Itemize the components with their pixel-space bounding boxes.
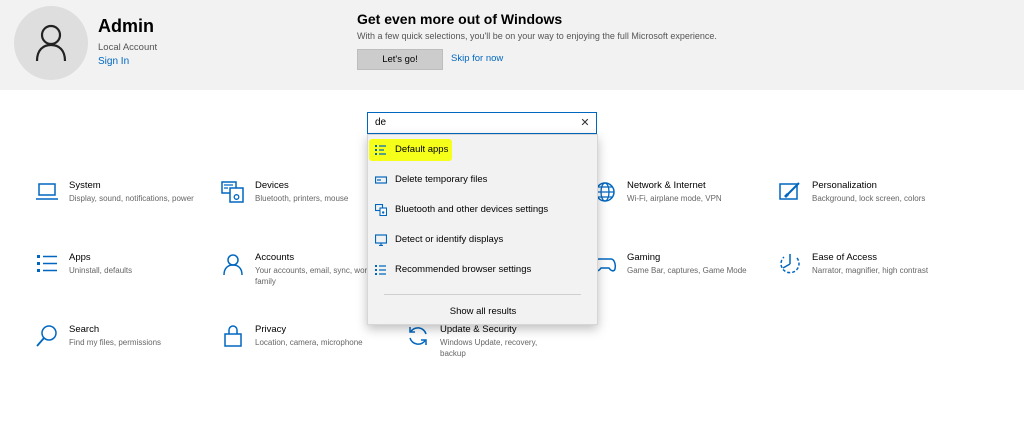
category-privacy[interactable]: Privacy Location, camera, microphone [221, 324, 391, 374]
lets-go-button[interactable]: Let's go! [357, 49, 443, 70]
account-type: Local Account [98, 42, 158, 53]
avatar [14, 6, 88, 80]
promo-description: With a few quick selections, you'll be o… [357, 31, 717, 41]
settings-search-input[interactable]: de ✕ [367, 112, 597, 134]
category-description: Bluetooth, printers, mouse [255, 194, 349, 203]
suggestion-detect-displays[interactable]: Detect or identify displays [369, 225, 597, 255]
ease-of-access-icon [780, 254, 800, 274]
category-personalization[interactable]: Personalization Background, lock screen,… [778, 180, 948, 230]
category-name: Ease of Access [812, 252, 877, 263]
suggestion-label: Bluetooth and other devices settings [395, 204, 549, 215]
category-name: Gaming [627, 252, 661, 263]
category-description: Find my files, permissions [69, 338, 162, 347]
category-name: System [69, 180, 101, 191]
category-name: Network & Internet [627, 180, 706, 191]
category-devices[interactable]: Devices Bluetooth, printers, mouse [221, 180, 391, 230]
search-suggestions-dropdown: Default apps Delete temporary files Blue… [367, 134, 598, 325]
search-icon [36, 325, 57, 347]
search-query: de [375, 117, 387, 128]
category-description: Location, camera, microphone [255, 338, 363, 347]
suggestion-delete-temporary-files[interactable]: Delete temporary files [369, 165, 597, 195]
lock-icon [224, 325, 242, 347]
category-description: Display, sound, notifications, power [69, 194, 194, 203]
category-description: Wi-Fi, airplane mode, VPN [627, 194, 722, 203]
category-description: Game Bar, captures, Game Mode [627, 266, 747, 275]
category-description: Narrator, magnifier, high contrast [812, 266, 929, 275]
category-update-security[interactable]: Update & Security Windows Update, recove… [406, 324, 576, 374]
person-icon [35, 24, 67, 62]
category-search[interactable]: Search Find my files, permissions [35, 324, 205, 374]
apps-list-icon [37, 255, 57, 272]
keyboard-icon [221, 181, 244, 203]
suggestion-label: Delete temporary files [395, 174, 488, 185]
user-name: Admin [98, 16, 154, 36]
suggestion-label: Default apps [395, 144, 449, 155]
category-network[interactable]: Network & Internet Wi-Fi, airplane mode,… [593, 180, 763, 230]
category-name: Privacy [255, 324, 287, 335]
laptop-icon [36, 183, 58, 200]
category-name: Search [69, 324, 100, 335]
promo-title: Get even more out of Windows [357, 11, 563, 27]
category-name: Devices [255, 180, 289, 191]
suggestion-browser-settings[interactable]: Recommended browser settings [369, 255, 597, 285]
close-icon[interactable]: ✕ [578, 115, 592, 131]
category-name: Apps [69, 252, 91, 263]
sync-icon [409, 327, 427, 345]
category-description: Your accounts, email, sync, work, family [255, 266, 374, 286]
suggestion-default-apps[interactable]: Default apps [369, 135, 597, 165]
category-system[interactable]: System Display, sound, notifications, po… [35, 180, 205, 230]
paint-icon [779, 182, 800, 200]
apps-list-icon [375, 265, 386, 275]
skip-for-now-link[interactable]: Skip for now [451, 53, 503, 64]
category-accounts[interactable]: Accounts Your accounts, email, sync, wor… [221, 252, 391, 302]
category-name: Personalization [812, 180, 877, 191]
category-ease-of-access[interactable]: Ease of Access Narrator, magnifier, high… [778, 252, 948, 302]
account-banner: Admin Local Account Sign In Get even mor… [0, 0, 1024, 90]
suggestion-bluetooth-devices[interactable]: Bluetooth and other devices settings [369, 195, 597, 225]
person-icon [223, 254, 243, 276]
divider [384, 294, 581, 295]
category-description: Windows Update, recovery, backup [440, 338, 538, 358]
category-description: Background, lock screen, colors [812, 194, 926, 203]
devices-icon [375, 204, 387, 216]
category-apps[interactable]: Apps Uninstall, defaults [35, 252, 205, 302]
display-icon [375, 234, 387, 246]
category-description: Uninstall, defaults [69, 266, 133, 275]
show-all-results-button[interactable]: Show all results [369, 299, 597, 323]
category-gaming[interactable]: Gaming Game Bar, captures, Game Mode [593, 252, 763, 302]
suggestion-label: Detect or identify displays [395, 234, 504, 245]
category-name: Accounts [255, 252, 295, 263]
suggestion-label: Recommended browser settings [395, 264, 532, 275]
storage-icon [375, 176, 387, 184]
sign-in-link[interactable]: Sign In [98, 56, 129, 67]
category-name: Update & Security [440, 324, 517, 335]
default-apps-icon [375, 145, 386, 155]
